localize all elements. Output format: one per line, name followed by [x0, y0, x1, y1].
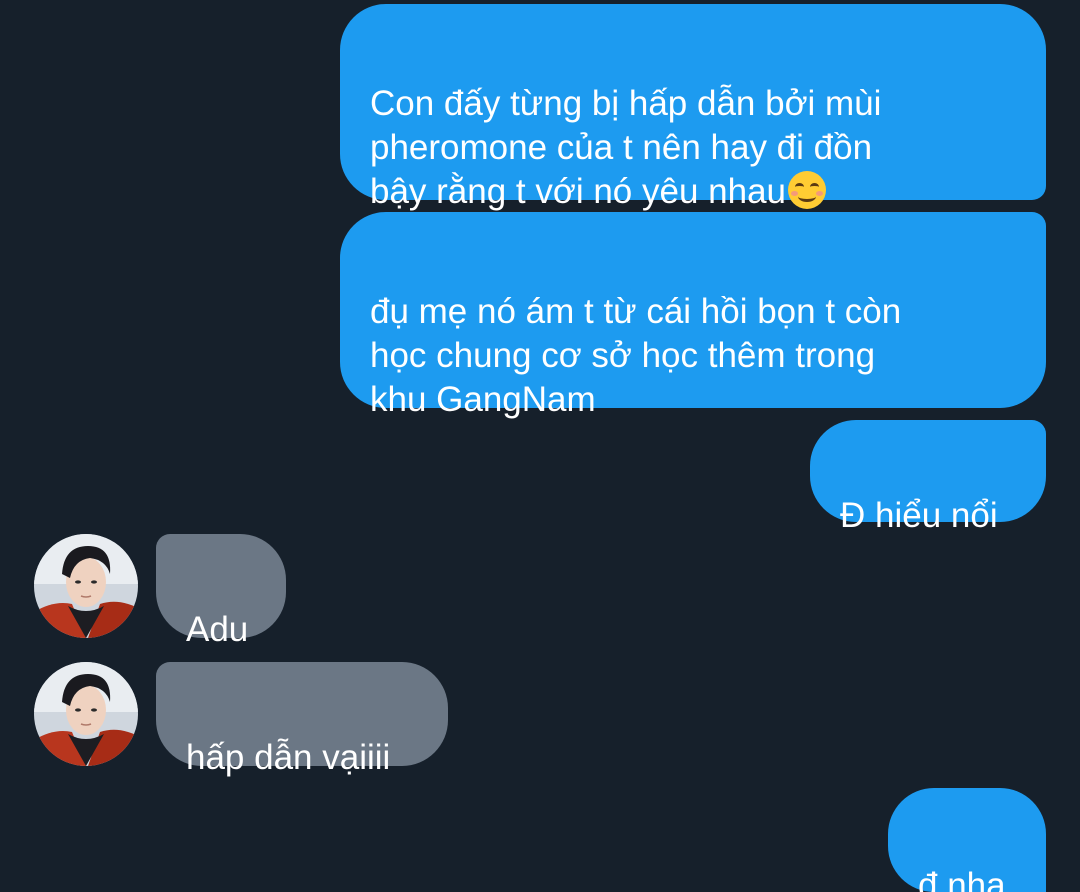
message-text: đ nha [918, 866, 1006, 892]
avatar-portrait-icon [34, 534, 138, 638]
message-text: Adu [186, 610, 249, 649]
message-text: đụ mẹ nó ám t từ cái hồi bọn t còn học c… [370, 292, 902, 419]
outgoing-message[interactable]: Con đấy từng bị hấp dẫn bởi mùi pheromon… [340, 4, 1046, 211]
contact-avatar[interactable] [34, 534, 138, 638]
message-text: Đ hiểu nổi [840, 496, 998, 535]
avatar-portrait-icon [34, 662, 138, 766]
conversation-thread: Con đấy từng bị hấp dẫn bởi mùi pheromon… [0, 0, 1080, 892]
outgoing-message[interactable]: đụ mẹ nó ám t từ cái hồi bọn t còn học c… [340, 212, 1046, 419]
contact-avatar[interactable] [34, 662, 138, 766]
message-text: hấp dẫn vạiiii [186, 738, 391, 777]
incoming-message[interactable]: hấp dẫn vạiiii [156, 662, 448, 777]
incoming-message[interactable]: Adu [156, 534, 286, 649]
smiling-face-emoji-icon [788, 171, 827, 209]
outgoing-message[interactable]: Đ hiểu nổi [810, 420, 1046, 535]
outgoing-message[interactable]: đ nha [888, 788, 1046, 892]
